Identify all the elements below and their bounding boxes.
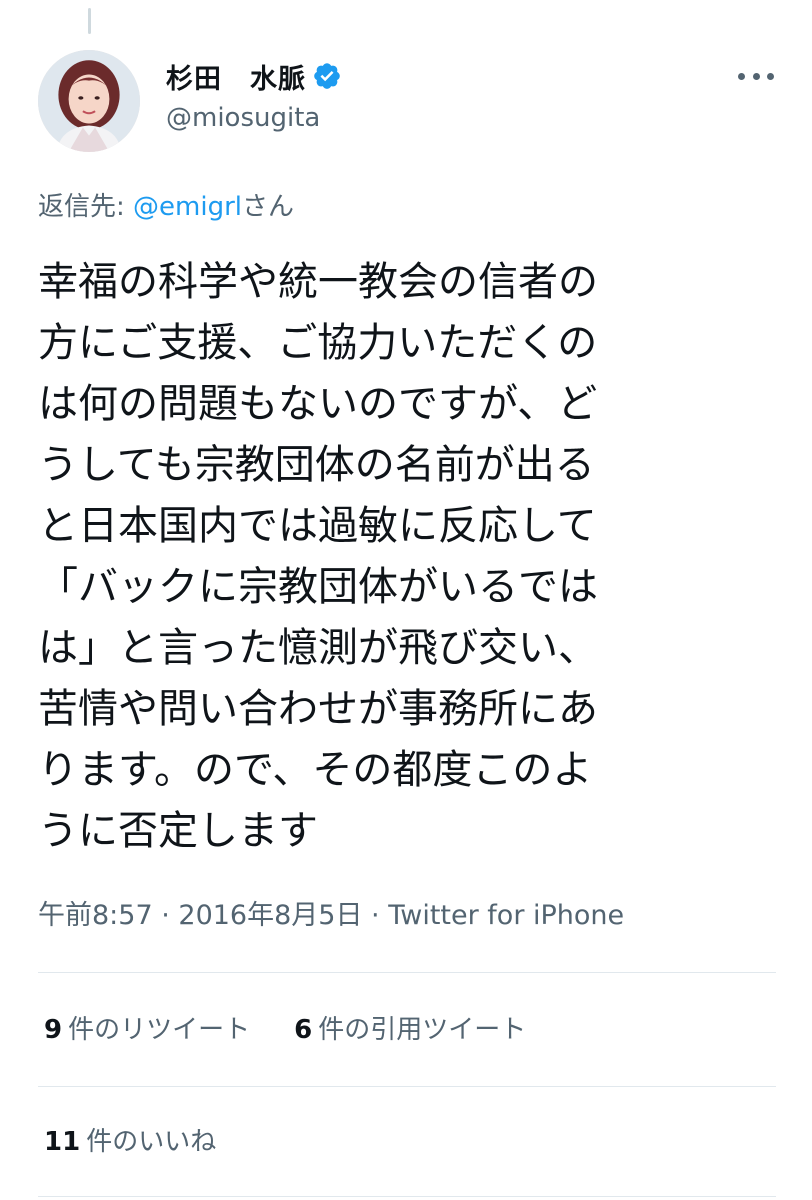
retweets-stat[interactable]: 9 件のリツイート [44,1010,250,1050]
more-dot [752,72,760,80]
tweet-source-link[interactable]: Twitter for iPhone [388,900,624,931]
reply-context: 返信先: @emigrlさん [38,190,294,224]
tweet-date[interactable]: 2016年8月5日 [178,900,362,931]
more-dot [738,72,745,80]
tweet-text: 幸福の科学や統一教会の信者の 方にご支援、ご協力いただくの は何の問題もないので… [38,252,778,862]
reply-prefix: 返信先: [38,192,134,222]
verified-badge-icon [312,61,342,91]
reply-suffix: さん [242,192,295,222]
tweet-text-line: うに否定します [38,808,318,854]
quotes-stat[interactable]: 6 件の引用ツイート [294,1010,526,1050]
stats-row-retweets: 9 件のリツイート 6 件の引用ツイート [44,1010,570,1050]
stats-row-likes: 11 件のいいね [44,1122,260,1162]
quotes-label: 件の引用ツイート [318,1015,527,1045]
tweet-text-line: うしても宗教団体の名前が出る [38,442,595,488]
likes-stat[interactable]: 11 件のいいね [44,1122,216,1162]
tweet-text-line: 苦情や問い合わせが事務所にあ [38,686,598,732]
tweet-text-line: と日本国内では過敏に反応して [38,503,597,549]
thread-connector-line [88,8,91,34]
more-options-icon[interactable] [738,64,774,88]
tweet-metadata: 午前8:57 · 2016年8月5日 · Twitter for iPhone [38,896,624,936]
tweet-text-line: 幸福の科学や統一教会の信者の [38,259,598,305]
retweets-label: 件のリツイート [68,1015,251,1045]
retweets-count: 9 [44,1015,63,1045]
author-name-row[interactable]: 杉田 水脈 [166,56,342,96]
author-handle[interactable]: @miosugita [166,102,320,134]
divider [38,972,776,973]
avatar-image [38,50,140,152]
avatar[interactable] [38,50,140,152]
likes-count: 11 [44,1127,81,1157]
tweet-text-line: 「バックに宗教団体がいるでは [38,564,598,610]
quotes-count: 6 [294,1015,313,1045]
divider [38,1196,776,1197]
meta-separator: · [152,900,179,931]
tweet-text-line: 方にご支援、ご協力いただくの [38,320,598,366]
tweet-text-line: ります。ので、その都度このよ [38,747,593,793]
meta-separator: · [362,900,389,931]
tweet-text-line: は何の問題もないのですが、ど [38,381,598,427]
tweet-text-line: は」と言った憶測が飛び交い、 [38,625,598,671]
author-display-name[interactable]: 杉田 水脈 [166,57,306,96]
tweet-time[interactable]: 午前8:57 [38,900,153,931]
divider [38,1086,776,1087]
likes-label: 件のいいね [86,1127,217,1157]
reply-mention-link[interactable]: @emigrl [133,192,242,222]
more-dot [767,72,774,80]
